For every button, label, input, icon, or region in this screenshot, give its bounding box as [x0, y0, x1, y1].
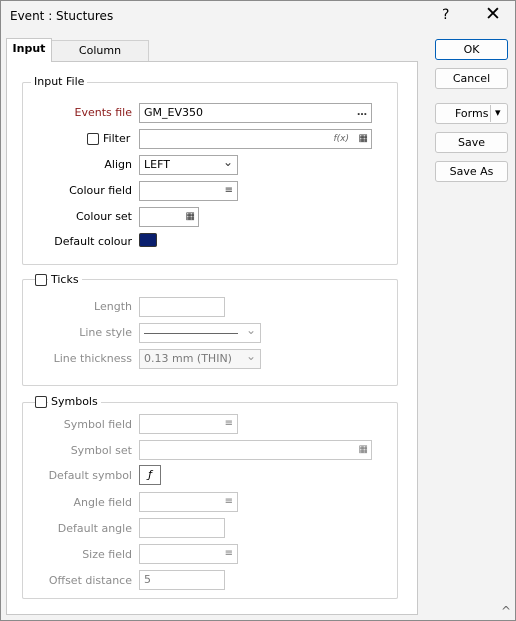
colour-set-input[interactable]: ▦ — [139, 207, 199, 227]
fx-icon[interactable]: f(x) — [333, 130, 349, 148]
save-as-button[interactable]: Save As — [435, 161, 508, 182]
table-icon[interactable]: ▦ — [359, 441, 368, 459]
colour-field-label: Colour field — [69, 184, 132, 197]
default-angle-input[interactable] — [139, 518, 225, 538]
align-select[interactable]: LEFT ⌄ — [139, 155, 238, 175]
symbol-field-label: Symbol field — [63, 418, 132, 431]
help-icon[interactable]: ? — [442, 7, 449, 23]
ok-button[interactable]: OK — [435, 39, 508, 60]
offset-distance-input[interactable]: 5 — [139, 570, 225, 590]
filter-label: Filter — [103, 132, 131, 145]
events-file-input[interactable]: GM_EV350 … — [139, 103, 372, 123]
browse-icon[interactable]: … — [357, 104, 367, 122]
line-style-label: Line style — [79, 326, 132, 339]
length-input[interactable] — [139, 297, 225, 317]
default-symbol-button[interactable]: ƒ — [139, 465, 161, 485]
forms-label: Forms — [455, 107, 489, 120]
line-style-select[interactable]: ⌄ — [139, 323, 261, 343]
tab-column-properties[interactable]: Column Properties — [51, 40, 149, 77]
symbol-field-input[interactable]: ≡ — [139, 414, 238, 434]
list-icon[interactable]: ≡ — [225, 493, 233, 511]
default-colour-label: Default colour — [54, 235, 132, 248]
forms-button[interactable]: Forms ▾ — [435, 103, 508, 124]
tab-input[interactable]: Input — [6, 38, 52, 62]
offset-distance-value: 5 — [144, 573, 151, 586]
length-label: Length — [94, 300, 132, 313]
save-button[interactable]: Save — [435, 132, 508, 153]
events-file-value: GM_EV350 — [144, 106, 203, 119]
symbols-group-title: Symbols — [48, 395, 101, 408]
chevron-down-icon[interactable]: ⌄ — [246, 347, 256, 365]
size-field-input[interactable]: ≡ — [139, 544, 238, 564]
ticks-checkbox[interactable] — [35, 274, 47, 286]
dialog-window: Event : Stuctures ? ✕ Input Column Prope… — [0, 0, 516, 621]
window-title: Event : Stuctures — [10, 9, 114, 23]
filter-input[interactable]: f(x) ▦ — [139, 129, 372, 149]
events-file-label: Events file — [74, 106, 133, 119]
filter-checkbox[interactable] — [87, 133, 99, 145]
line-thickness-value: 0.13 mm (THIN) — [144, 352, 232, 365]
colour-set-label: Colour set — [76, 210, 132, 223]
table-icon[interactable]: ▦ — [359, 130, 368, 148]
line-thickness-label: Line thickness — [53, 352, 132, 365]
ticks-group-title: Ticks — [48, 273, 82, 286]
align-label: Align — [104, 158, 132, 171]
list-icon[interactable]: ≡ — [225, 545, 233, 563]
symbol-set-input[interactable]: ▦ — [139, 440, 372, 460]
table-icon[interactable]: ▦ — [186, 208, 195, 226]
chevron-down-icon[interactable]: ⌄ — [246, 321, 256, 339]
list-icon[interactable]: ≡ — [225, 182, 233, 200]
symbol-set-label: Symbol set — [70, 444, 132, 457]
resize-chevron-icon[interactable]: ^ — [501, 604, 511, 618]
default-colour-swatch[interactable] — [139, 233, 157, 247]
line-thickness-select[interactable]: 0.13 mm (THIN) ⌄ — [139, 349, 261, 369]
forms-dropdown-icon[interactable]: ▾ — [495, 103, 501, 122]
align-value: LEFT — [144, 158, 170, 171]
cancel-button[interactable]: Cancel — [435, 68, 508, 89]
angle-field-label: Angle field — [73, 496, 132, 509]
line-style-preview — [144, 333, 238, 334]
angle-field-input[interactable]: ≡ — [139, 492, 238, 512]
list-icon[interactable]: ≡ — [225, 415, 233, 433]
title-bar: Event : Stuctures ? ✕ — [1, 1, 515, 32]
default-symbol-label: Default symbol — [48, 469, 132, 482]
input-file-group-title: Input File — [31, 75, 88, 88]
colour-field-input[interactable]: ≡ — [139, 181, 238, 201]
size-field-label: Size field — [82, 548, 132, 561]
tab-panel: Input File Events file GM_EV350 … Filter… — [6, 61, 418, 615]
close-icon[interactable]: ✕ — [485, 4, 501, 24]
chevron-down-icon[interactable]: ⌄ — [223, 153, 233, 171]
forms-divider — [490, 105, 491, 122]
offset-distance-label: Offset distance — [48, 574, 132, 587]
symbols-checkbox[interactable] — [35, 396, 47, 408]
default-angle-label: Default angle — [57, 522, 132, 535]
